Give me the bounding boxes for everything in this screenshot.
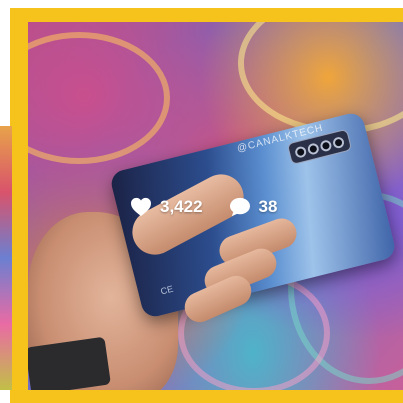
likes-stat: 3,422 — [130, 197, 203, 217]
likes-count: 3,422 — [160, 197, 203, 216]
graffiti-swirl — [238, 22, 403, 134]
camera-lens — [306, 141, 320, 156]
comments-count: 38 — [258, 197, 278, 216]
heart-icon — [131, 197, 151, 217]
camera-lens — [319, 138, 333, 152]
graffiti-swirl — [28, 32, 170, 164]
post-stats-overlay: 3,422 38 — [130, 197, 303, 217]
comment-bubble-icon — [229, 197, 250, 217]
adjacent-post-thumbnail-edge[interactable] — [0, 126, 12, 390]
camera-lens — [293, 144, 308, 159]
phone-ce-mark: CE — [159, 283, 175, 297]
comments-stat: 38 — [229, 197, 278, 217]
camera-lens — [331, 135, 346, 149]
wristwatch — [28, 336, 111, 390]
